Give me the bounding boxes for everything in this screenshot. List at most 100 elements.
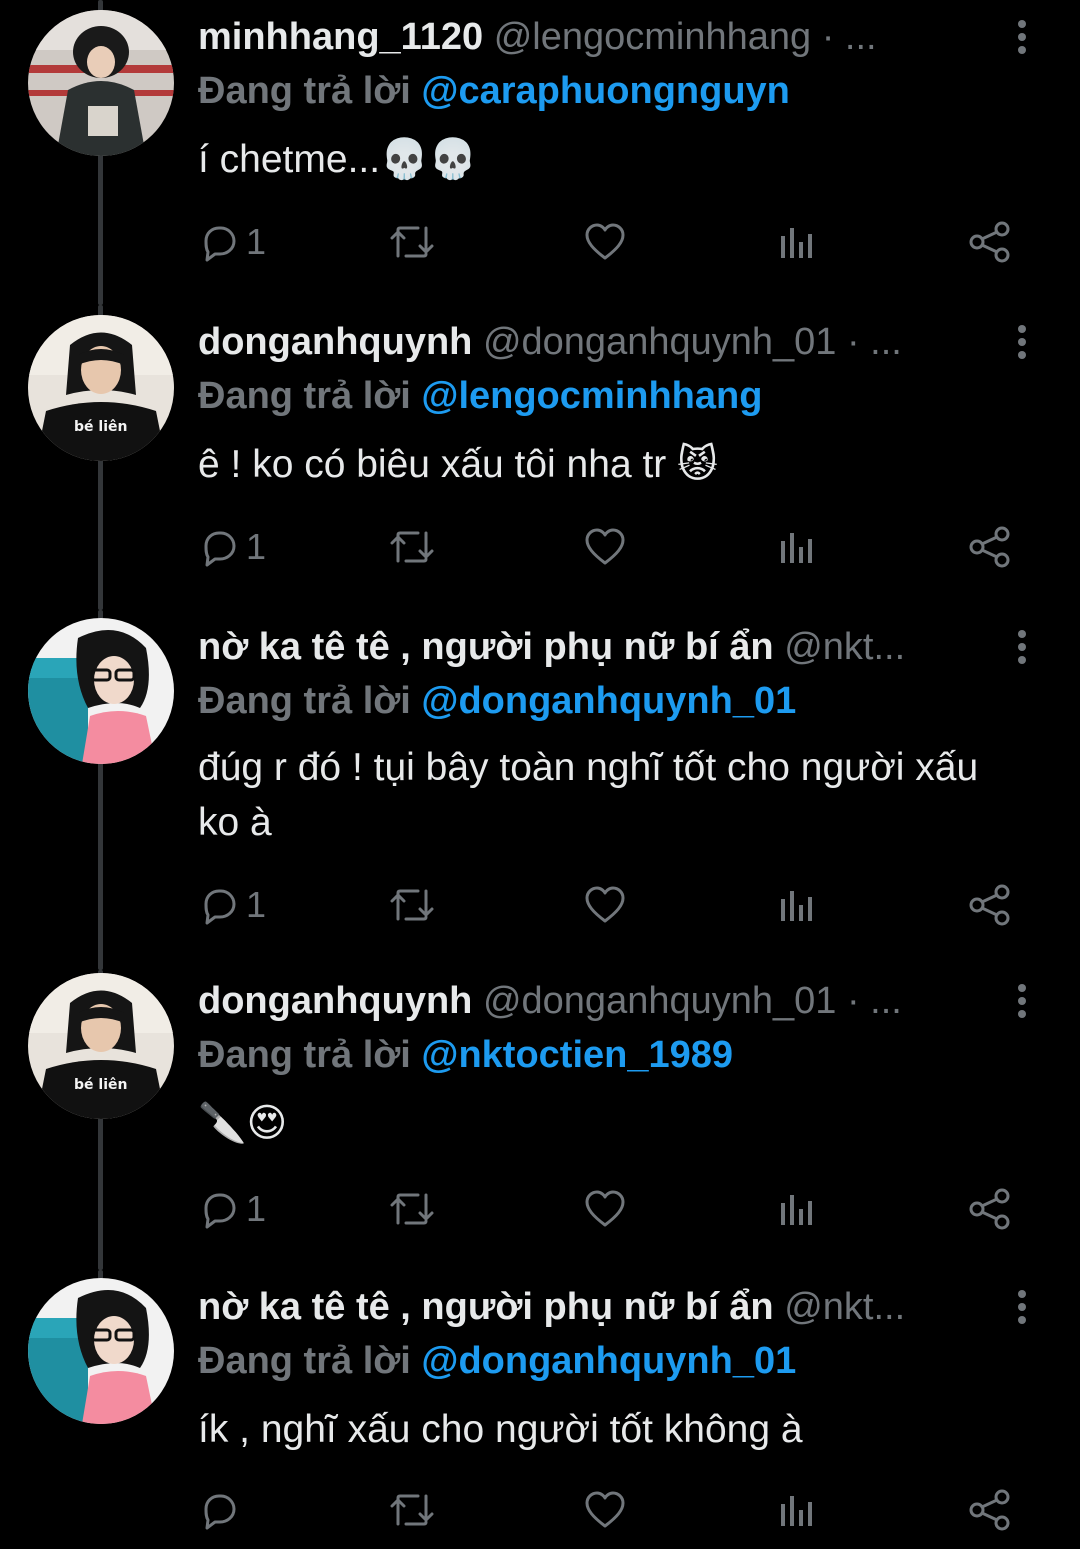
tweet-actions — [198, 1482, 1018, 1538]
replying-to-label: Đang trả lời — [198, 1034, 411, 1076]
share-icon — [969, 1489, 1010, 1531]
views-button[interactable] — [776, 214, 816, 270]
reply-button[interactable] — [198, 1482, 246, 1538]
share-button[interactable] — [968, 1181, 1012, 1237]
retweet-button[interactable] — [388, 214, 436, 270]
more-options-button[interactable] — [1000, 1282, 1044, 1332]
reply-count: 1 — [246, 221, 267, 262]
views-icon — [781, 228, 812, 258]
tweet-header: donganhquynh @donganhquynh_01 · ... — [198, 976, 988, 1026]
views-button[interactable] — [776, 519, 816, 575]
tweet-text: ík , nghĩ xấu cho người tốt không à — [198, 1408, 803, 1451]
tweet-actions: 1 — [198, 1181, 1018, 1237]
replying-to: Đang trả lời @donganhquynh_01 — [198, 676, 1058, 726]
replying-to: Đang trả lời @caraphuongnguyn — [198, 66, 1058, 116]
tweet[interactable]: minhhang_1120 @lengocminhhang · ... Đang… — [0, 0, 1080, 305]
reply-icon — [204, 1193, 236, 1229]
display-name[interactable]: donganhquynh — [198, 980, 472, 1022]
reply-icon — [204, 889, 236, 925]
more-vertical-icon — [1018, 1290, 1026, 1324]
replying-to: Đang trả lời @nktoctien_1989 — [198, 1030, 1058, 1080]
reply-mention-link[interactable]: @lengocminhhang — [421, 375, 762, 417]
tweet-text: ê ! ko có biêu xấu tôi nha tr 😾 — [198, 443, 718, 486]
views-button[interactable] — [776, 877, 816, 933]
retweet-icon — [390, 226, 434, 258]
avatar[interactable]: bé liên — [28, 315, 174, 461]
retweet-icon — [390, 1494, 434, 1526]
avatar[interactable] — [28, 1278, 174, 1424]
tweet[interactable]: bé liên donganhquynh @donganhquynh_01 · … — [0, 970, 1080, 1270]
more-options-button[interactable] — [1000, 976, 1044, 1026]
tweet-header: donganhquynh @donganhquynh_01 · ... — [198, 317, 988, 367]
more-options-button[interactable] — [1000, 317, 1044, 367]
retweet-button[interactable] — [388, 519, 436, 575]
retweet-icon — [390, 889, 434, 921]
share-icon — [969, 221, 1010, 263]
more-vertical-icon — [1018, 630, 1026, 664]
reply-mention-link[interactable]: @nktoctien_1989 — [421, 1034, 733, 1076]
reply-count: 1 — [246, 884, 267, 925]
retweet-button[interactable] — [388, 877, 436, 933]
like-icon — [585, 1491, 625, 1528]
reply-button[interactable]: 1 — [198, 519, 266, 575]
views-button[interactable] — [776, 1181, 816, 1237]
like-button[interactable] — [583, 1181, 627, 1237]
reply-button[interactable]: 1 — [198, 1181, 266, 1237]
tweet[interactable]: nờ ka tê tê , người phụ nữ bí ẩn @nkt...… — [0, 1270, 1080, 1549]
reply-icon — [204, 531, 236, 567]
like-button[interactable] — [583, 214, 627, 270]
tweet-header: nờ ka tê tê , người phụ nữ bí ẩn @nkt... — [198, 622, 988, 672]
share-button[interactable] — [968, 214, 1012, 270]
replying-to-label: Đang trả lời — [198, 680, 411, 722]
views-icon — [781, 1496, 812, 1526]
display-name[interactable]: donganhquynh — [198, 321, 472, 363]
reply-button[interactable]: 1 — [198, 877, 266, 933]
user-handle[interactable]: @nkt... — [784, 626, 905, 668]
retweet-icon — [390, 531, 434, 563]
avatar-shirt-text: bé liên — [74, 419, 127, 435]
views-icon — [781, 1195, 812, 1225]
retweet-button[interactable] — [388, 1181, 436, 1237]
share-icon — [969, 1188, 1010, 1230]
more-options-button[interactable] — [1000, 622, 1044, 672]
tweet-text: 🔪😍 — [198, 1102, 288, 1145]
tweet-actions: 1 — [198, 519, 1018, 575]
user-handle[interactable]: @lengocminhhang · ... — [494, 16, 877, 58]
more-vertical-icon — [1018, 984, 1026, 1018]
more-options-button[interactable] — [1000, 12, 1044, 62]
tweet[interactable]: bé liên donganhquynh @donganhquynh_01 · … — [0, 305, 1080, 610]
like-icon — [585, 1190, 625, 1227]
user-handle[interactable]: @nkt... — [784, 1286, 905, 1328]
reply-mention-link[interactable]: @donganhquynh_01 — [421, 680, 796, 722]
tweet-header: nờ ka tê tê , người phụ nữ bí ẩn @nkt... — [198, 1282, 988, 1332]
user-handle[interactable]: @donganhquynh_01 · ... — [483, 321, 902, 363]
retweet-button[interactable] — [388, 1482, 436, 1538]
like-icon — [585, 528, 625, 565]
reply-mention-link[interactable]: @donganhquynh_01 — [421, 1340, 796, 1382]
display-name[interactable]: nờ ka tê tê , người phụ nữ bí ẩn — [198, 626, 774, 668]
like-icon — [585, 223, 625, 260]
share-icon — [969, 526, 1010, 568]
like-button[interactable] — [583, 877, 627, 933]
tweet-text: đúg r đó ! tụi bây toàn nghĩ tốt cho ngư… — [198, 746, 979, 844]
share-button[interactable] — [968, 877, 1012, 933]
like-button[interactable] — [583, 519, 627, 575]
display-name[interactable]: minhhang_1120 — [198, 16, 483, 58]
replying-to-label: Đang trả lời — [198, 375, 411, 417]
reply-button[interactable]: 1 — [198, 214, 266, 270]
views-button[interactable] — [776, 1482, 816, 1538]
avatar[interactable] — [28, 10, 174, 156]
avatar[interactable]: bé liên — [28, 973, 174, 1119]
share-button[interactable] — [968, 519, 1012, 575]
display-name[interactable]: nờ ka tê tê , người phụ nữ bí ẩn — [198, 1286, 774, 1328]
like-button[interactable] — [583, 1482, 627, 1538]
share-icon — [969, 884, 1010, 926]
views-icon — [781, 533, 812, 563]
tweet-text: í chetme...💀💀 — [198, 138, 478, 181]
user-handle[interactable]: @donganhquynh_01 · ... — [483, 980, 902, 1022]
share-button[interactable] — [968, 1482, 1012, 1538]
avatar[interactable] — [28, 618, 174, 764]
tweet[interactable]: nờ ka tê tê , người phụ nữ bí ẩn @nkt...… — [0, 610, 1080, 970]
reply-mention-link[interactable]: @caraphuongnguyn — [421, 70, 790, 112]
reply-icon — [204, 226, 236, 262]
